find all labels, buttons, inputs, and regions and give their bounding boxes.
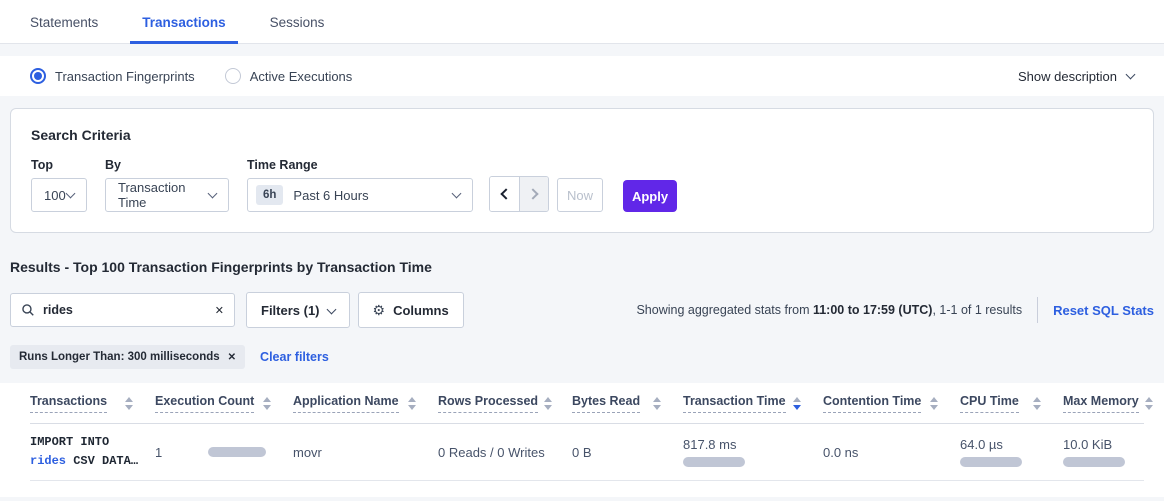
filter-chip-label: Runs Longer Than: 300 milliseconds [19, 351, 220, 363]
column-header-application-name[interactable]: Application Name [293, 394, 438, 413]
view-toggle-band: Transaction Fingerprints Active Executio… [0, 56, 1164, 96]
application-name-cell: movr [293, 445, 438, 460]
transaction-statement-link[interactable]: rides [30, 454, 66, 468]
sort-icon [1145, 397, 1153, 410]
time-range-field: Time Range 6h Past 6 Hours [247, 158, 473, 212]
gear-icon: ⚙ [373, 302, 386, 319]
transaction-time-cell: 817.8 ms [683, 437, 823, 467]
execution-count-cell: 1 [155, 445, 293, 460]
chevron-down-icon [208, 188, 218, 198]
table-bottom-spacer [30, 481, 1144, 497]
by-select-value: Transaction Time [118, 180, 209, 210]
active-filters-row: Runs Longer Than: 300 milliseconds ✕ Cle… [10, 345, 1154, 369]
time-range-value: Past 6 Hours [293, 188, 368, 203]
top-select-value: 100 [44, 188, 66, 203]
filter-chip: Runs Longer Than: 300 milliseconds ✕ [10, 345, 245, 369]
clear-filters-link[interactable]: Clear filters [260, 350, 329, 364]
chevron-right-icon [527, 188, 538, 199]
tab-statements[interactable]: Statements [18, 15, 110, 43]
radio-label: Transaction Fingerprints [55, 69, 195, 84]
vertical-divider [1037, 297, 1038, 323]
show-description-toggle[interactable]: Show description [1018, 69, 1134, 84]
radio-selected-icon [30, 68, 46, 84]
radio-unselected-icon [225, 68, 241, 84]
show-description-label: Show description [1018, 69, 1117, 84]
apply-button[interactable]: Apply [623, 180, 677, 212]
table-header-row: Transactions Execution Count Application… [30, 383, 1144, 424]
filters-button-label: Filters (1) [261, 303, 320, 318]
now-button[interactable]: Now [557, 178, 603, 212]
radio-transaction-fingerprints[interactable]: Transaction Fingerprints [30, 68, 195, 84]
tab-transactions[interactable]: Transactions [130, 15, 237, 43]
column-header-cpu-time[interactable]: CPU Time [960, 394, 1063, 413]
chevron-down-icon [326, 304, 336, 314]
transaction-time-bar [683, 457, 745, 467]
clear-search-icon[interactable]: ✕ [215, 304, 224, 317]
chevron-down-icon [66, 188, 76, 198]
by-select[interactable]: Transaction Time [105, 178, 229, 212]
view-radio-group: Transaction Fingerprints Active Executio… [30, 68, 352, 84]
time-range-badge: 6h [256, 185, 283, 205]
sort-icon [408, 397, 416, 410]
time-range-nav [489, 176, 549, 212]
next-time-range-button[interactable] [519, 177, 548, 211]
bytes-read-cell: 0 B [572, 445, 683, 460]
column-header-execution-count[interactable]: Execution Count [155, 394, 293, 413]
time-range-label: Time Range [247, 158, 473, 172]
by-label: By [105, 158, 229, 172]
cpu-time-bar [960, 457, 1022, 467]
aggregated-stats-text: Showing aggregated stats from 11:00 to 1… [636, 303, 1022, 317]
chevron-down-icon [452, 188, 462, 198]
sort-desc-icon [793, 397, 801, 410]
sort-icon [930, 397, 938, 410]
top-field: Top 100 [31, 158, 87, 212]
search-criteria-title: Search Criteria [31, 127, 1133, 143]
filters-button[interactable]: Filters (1) [246, 292, 350, 328]
stats-area: Showing aggregated stats from 11:00 to 1… [636, 297, 1154, 323]
results-controls-row: ✕ Filters (1) ⚙ Columns Showing aggregat… [10, 292, 1154, 328]
transaction-fingerprint-cell[interactable]: IMPORT INTO rides CSV DATA… [30, 433, 155, 471]
tab-sessions[interactable]: Sessions [258, 15, 337, 43]
radio-active-executions[interactable]: Active Executions [225, 68, 353, 84]
execution-count-bar [208, 447, 266, 457]
columns-button[interactable]: ⚙ Columns [358, 292, 464, 328]
table-row: IMPORT INTO rides CSV DATA… 1 movr 0 Rea… [30, 424, 1144, 481]
column-header-contention-time[interactable]: Contention Time [823, 394, 960, 413]
sort-icon [1033, 397, 1041, 410]
search-icon [21, 303, 35, 317]
contention-time-cell: 0.0 ns [823, 445, 960, 460]
column-header-rows-processed[interactable]: Rows Processed [438, 394, 572, 413]
results-heading: Results - Top 100 Transaction Fingerprin… [10, 259, 1154, 275]
results-table: Transactions Execution Count Application… [0, 383, 1164, 497]
column-header-transaction-time[interactable]: Transaction Time [683, 394, 823, 413]
max-memory-bar [1063, 457, 1125, 467]
sort-icon [544, 397, 552, 410]
sort-icon [653, 397, 661, 410]
chevron-down-icon [1126, 69, 1136, 79]
column-header-transactions[interactable]: Transactions [30, 394, 155, 413]
max-memory-cell: 10.0 KiB [1063, 437, 1144, 467]
column-header-max-memory[interactable]: Max Memory [1063, 394, 1144, 413]
sort-icon [263, 397, 271, 410]
rows-processed-cell: 0 Reads / 0 Writes [438, 445, 572, 460]
chevron-left-icon [500, 188, 511, 199]
time-range-select[interactable]: 6h Past 6 Hours [247, 178, 473, 212]
columns-button-label: Columns [393, 303, 449, 318]
top-select[interactable]: 100 [31, 178, 87, 212]
top-label: Top [31, 158, 87, 172]
cpu-time-cell: 64.0 µs [960, 437, 1063, 467]
radio-label: Active Executions [250, 69, 353, 84]
page-tabbar: Statements Transactions Sessions [0, 0, 1164, 44]
remove-filter-icon[interactable]: ✕ [228, 352, 236, 363]
search-input[interactable] [43, 303, 207, 317]
reset-sql-stats-link[interactable]: Reset SQL Stats [1053, 303, 1154, 318]
sort-icon [125, 397, 133, 410]
previous-time-range-button[interactable] [490, 177, 519, 211]
search-box: ✕ [10, 293, 235, 327]
column-header-bytes-read[interactable]: Bytes Read [572, 394, 683, 413]
by-field: By Transaction Time [105, 158, 229, 212]
search-criteria-card: Search Criteria Top 100 By Transaction T… [10, 108, 1154, 233]
